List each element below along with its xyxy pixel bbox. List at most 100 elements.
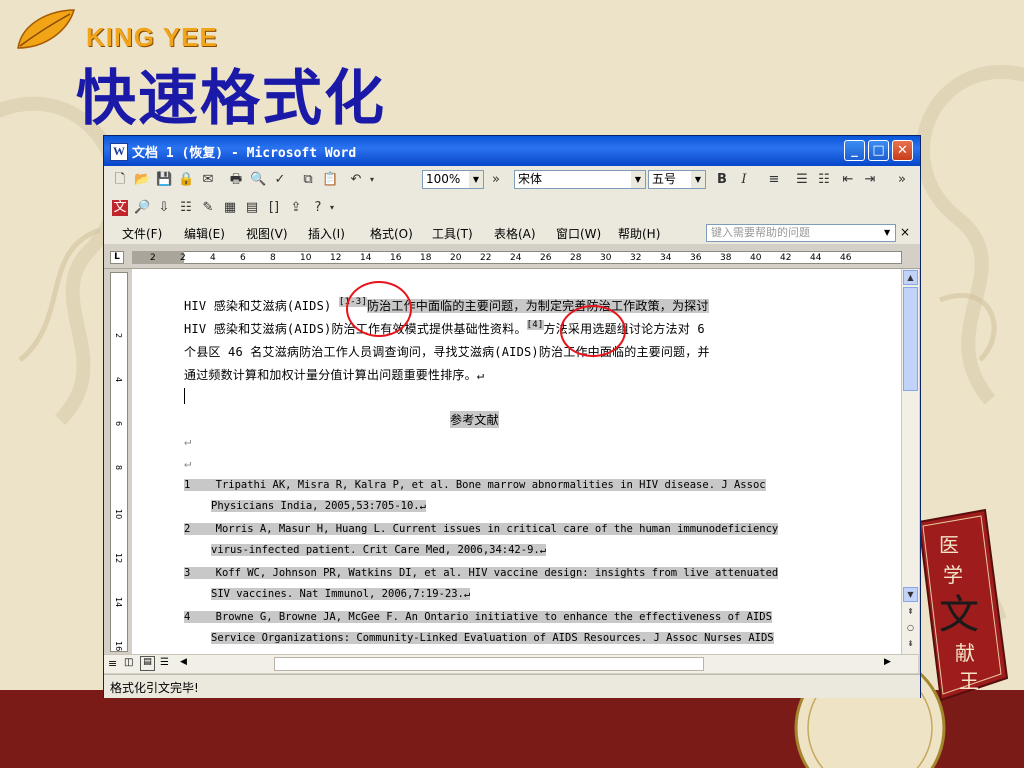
insert-citation-icon[interactable]: [] bbox=[266, 200, 282, 216]
web-view-icon[interactable]: ◫ bbox=[124, 657, 133, 668]
normal-view-icon[interactable]: ≡ bbox=[108, 657, 117, 670]
ruler-number: 6 bbox=[240, 253, 246, 263]
ruler-number: 14 bbox=[360, 253, 372, 263]
vertical-ruler-number: 12 bbox=[114, 553, 123, 564]
menu-window[interactable]: 窗口(W) bbox=[556, 225, 601, 242]
ruler-number: 34 bbox=[660, 253, 672, 263]
vertical-ruler-number: 6 bbox=[114, 421, 123, 427]
format-bibliography-icon[interactable]: ▤ bbox=[244, 200, 260, 216]
vertical-ruler-number: 4 bbox=[114, 377, 123, 383]
citation-marker[interactable]: [4] bbox=[526, 320, 544, 330]
outline-view-icon[interactable]: ☰ bbox=[160, 657, 169, 668]
menu-file[interactable]: 文件(F) bbox=[122, 225, 162, 242]
paste-icon[interactable]: 📋 bbox=[322, 172, 338, 188]
print-icon[interactable]: 🖶 bbox=[228, 172, 244, 188]
edit-citation-icon[interactable]: ✎ bbox=[200, 200, 216, 216]
chevron-down-icon: ▼ bbox=[691, 171, 705, 188]
book-char: 献 bbox=[955, 641, 975, 665]
references-heading: 参考文献 bbox=[450, 411, 499, 428]
reference-line: 2 Morris A, Masur H, Huang L. Current is… bbox=[184, 523, 779, 535]
menu-insert[interactable]: 插入(I) bbox=[308, 225, 345, 242]
open-folder-icon[interactable]: 📂 bbox=[134, 172, 150, 188]
reference-line: 3 Koff WC, Johnson PR, Watkins DI, et al… bbox=[184, 567, 779, 579]
toolbar-dropdown-icon[interactable]: ▾ bbox=[324, 200, 340, 216]
tab-selector-icon[interactable]: L bbox=[110, 251, 124, 264]
save-icon[interactable]: 💾 bbox=[156, 172, 172, 188]
print-layout-icon[interactable]: ▤ bbox=[140, 656, 155, 671]
horizontal-ruler[interactable]: L 2 2 4 6 8 10 12 14 16 18 20 22 24 26 28 30 32 34 36 38 40 4… bbox=[104, 246, 920, 269]
print-preview-icon[interactable]: 🔍 bbox=[250, 172, 266, 188]
reference-line: virus-infected patient. Crit Care Med, 2… bbox=[211, 544, 547, 556]
minimize-button[interactable]: _ bbox=[844, 140, 865, 161]
ruler-number: 40 bbox=[750, 253, 762, 263]
help-search-input[interactable]: 键入需要帮助的问题 bbox=[706, 224, 896, 242]
reference-line: 4 Browne G, Browne JA, McGee F. An Ontar… bbox=[184, 611, 772, 623]
brand-logo: KING YEE bbox=[12, 8, 252, 52]
italic-button[interactable]: I bbox=[736, 172, 752, 188]
new-document-icon[interactable]: 🗋 bbox=[112, 172, 128, 188]
ruler-number: 2 bbox=[180, 253, 186, 263]
toolbar-overflow-icon[interactable]: » bbox=[894, 172, 910, 188]
font-select[interactable]: 宋体 ▼ bbox=[514, 170, 646, 189]
close-button[interactable]: ✕ bbox=[892, 140, 913, 161]
scroll-right-icon[interactable]: ▶ bbox=[884, 657, 891, 667]
undo-icon[interactable]: ↶ bbox=[348, 172, 364, 188]
increase-indent-icon[interactable]: ⇥ bbox=[862, 172, 878, 188]
export-icon[interactable]: ⇪ bbox=[288, 200, 304, 216]
para-text: 防治工作中面临的主要问题，为制定完善防治工作政策，为探讨 bbox=[366, 299, 709, 313]
scroll-up-icon[interactable]: ▲ bbox=[903, 270, 918, 285]
more-buttons-icon[interactable]: » bbox=[488, 172, 504, 188]
bold-button[interactable]: B bbox=[714, 172, 730, 188]
reference-line: SIV vaccines. Nat Immunol, 2006,7:19-23.… bbox=[211, 588, 471, 600]
menu-format[interactable]: 格式(O) bbox=[370, 225, 413, 242]
vertical-ruler-number: 2 bbox=[114, 333, 123, 339]
menu-bar: 文件(F) 编辑(E) 视图(V) 插入(I) 格式(O) 工具(T) 表格(A… bbox=[104, 222, 920, 244]
reference-text: Morris A, Masur H, Huang L. Current issu… bbox=[215, 523, 779, 535]
align-center-icon[interactable]: ≡ bbox=[766, 172, 782, 188]
brand-name: KING YEE bbox=[86, 22, 218, 52]
ruler-number: 32 bbox=[630, 253, 642, 263]
horizontal-scrollbar[interactable]: ≡ ◫ ▤ ☰ ◀ ▶ bbox=[104, 654, 918, 673]
vertical-ruler-number: 10 bbox=[114, 509, 123, 520]
undo-dropdown-icon[interactable]: ▾ bbox=[364, 172, 380, 188]
paragraph-mark: ↵ bbox=[184, 434, 192, 448]
scroll-left-icon[interactable]: ◀ bbox=[180, 657, 187, 667]
table-icon[interactable]: ▦ bbox=[222, 200, 238, 216]
addin-logo-icon[interactable]: 文 bbox=[112, 200, 128, 216]
menu-table[interactable]: 表格(A) bbox=[494, 225, 536, 242]
previous-page-icon[interactable]: ⇞ bbox=[903, 605, 918, 620]
email-icon[interactable]: ✉ bbox=[200, 172, 216, 188]
ruler-number: 20 bbox=[450, 253, 462, 263]
menu-edit[interactable]: 编辑(E) bbox=[184, 225, 225, 242]
chevron-down-icon[interactable]: ▼ bbox=[884, 228, 890, 237]
vertical-ruler-number: 8 bbox=[114, 465, 123, 471]
horizontal-scroll-thumb[interactable] bbox=[274, 657, 704, 671]
scroll-thumb[interactable] bbox=[903, 287, 918, 391]
vertical-scrollbar[interactable]: ▲ ▼ ⇞ ○ ⇟ bbox=[901, 269, 919, 654]
reference-text: Koff WC, Johnson PR, Watkins DI, et al. … bbox=[215, 567, 779, 579]
menu-view[interactable]: 视图(V) bbox=[246, 225, 288, 242]
browse-object-icon[interactable]: ○ bbox=[903, 621, 918, 636]
zoom-select[interactable]: 100% ▼ bbox=[422, 170, 484, 189]
spelling-icon[interactable]: ✓ bbox=[272, 172, 288, 188]
ruler-number: 4 bbox=[210, 253, 216, 263]
scroll-down-icon[interactable]: ▼ bbox=[903, 587, 918, 602]
numbering-icon[interactable]: ☰ bbox=[794, 172, 810, 188]
copy-icon[interactable]: ⧉ bbox=[300, 172, 316, 188]
maximize-button[interactable]: □ bbox=[868, 140, 889, 161]
close-document-icon[interactable]: × bbox=[900, 225, 910, 239]
menu-tools[interactable]: 工具(T) bbox=[432, 225, 473, 242]
menu-help[interactable]: 帮助(H) bbox=[618, 225, 660, 242]
search-literature-icon[interactable]: 🔎 bbox=[134, 200, 150, 216]
document-page[interactable]: HIV 感染和艾滋病(AIDS) [1-3]防治工作中面临的主要问题，为制定完善… bbox=[132, 269, 901, 654]
window-titlebar[interactable]: 文档 1 (恢复) - Microsoft Word _ □ ✕ bbox=[104, 136, 920, 166]
reference-text: Tripathi AK, Misra R, Kalra P, et al. Bo… bbox=[215, 479, 766, 491]
font-size-select[interactable]: 五号 ▼ bbox=[648, 170, 706, 189]
ruler-number: 2 bbox=[150, 253, 156, 263]
list-icon[interactable]: ☷ bbox=[178, 200, 194, 216]
permission-icon[interactable]: 🔒 bbox=[178, 172, 194, 188]
import-icon[interactable]: ⇩ bbox=[156, 200, 172, 216]
decrease-indent-icon[interactable]: ⇤ bbox=[840, 172, 856, 188]
bullets-icon[interactable]: ☷ bbox=[816, 172, 832, 188]
next-page-icon[interactable]: ⇟ bbox=[903, 637, 918, 652]
